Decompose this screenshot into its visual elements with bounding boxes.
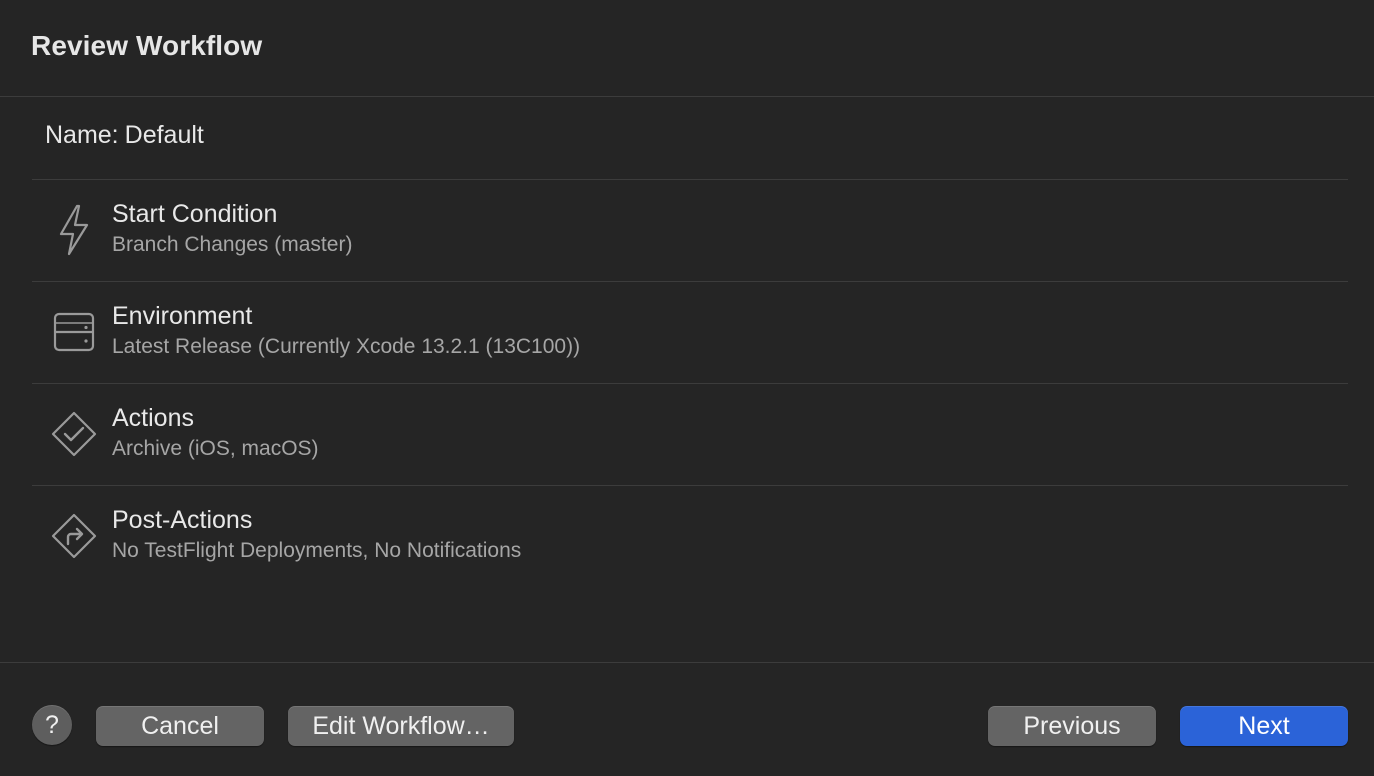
lightning-bolt-icon — [50, 202, 98, 258]
post-actions-title: Post-Actions — [112, 506, 253, 534]
start-condition-row[interactable]: Start Condition Branch Changes (master) — [32, 180, 1348, 280]
help-button[interactable]: ? — [32, 705, 72, 745]
next-button[interactable]: Next — [1180, 706, 1348, 746]
actions-title: Actions — [112, 404, 194, 432]
server-drive-icon — [50, 304, 98, 360]
post-actions-subtitle: No TestFlight Deployments, No Notificati… — [112, 539, 522, 562]
diamond-checkmark-icon — [50, 406, 98, 462]
actions-row[interactable]: Actions Archive (iOS, macOS) — [32, 384, 1348, 484]
workflow-name-label: Name: — [45, 121, 119, 149]
dialog-title: Review Workflow — [31, 30, 263, 61]
review-workflow-sheet: Review Workflow Name: Default Start Condi… — [0, 0, 1374, 776]
cancel-button[interactable]: Cancel — [96, 706, 264, 746]
previous-button[interactable]: Previous — [988, 706, 1156, 746]
actions-subtitle: Archive (iOS, macOS) — [112, 437, 319, 460]
post-actions-row[interactable]: Post-Actions No TestFlight Deployments, … — [32, 486, 1348, 586]
start-condition-title: Start Condition — [112, 200, 278, 228]
start-condition-subtitle: Branch Changes (master) — [112, 233, 353, 256]
footer-divider — [0, 662, 1374, 663]
edit-workflow-button[interactable]: Edit Workflow… — [288, 706, 514, 746]
diamond-turn-arrow-icon — [50, 508, 98, 564]
environment-title: Environment — [112, 302, 253, 330]
workflow-name-value: Default — [124, 121, 204, 149]
workflow-name-row: Name: Default — [45, 121, 204, 150]
environment-subtitle: Latest Release (Currently Xcode 13.2.1 (… — [112, 335, 581, 358]
header-divider — [0, 96, 1374, 97]
environment-row[interactable]: Environment Latest Release (Currently Xc… — [32, 282, 1348, 382]
